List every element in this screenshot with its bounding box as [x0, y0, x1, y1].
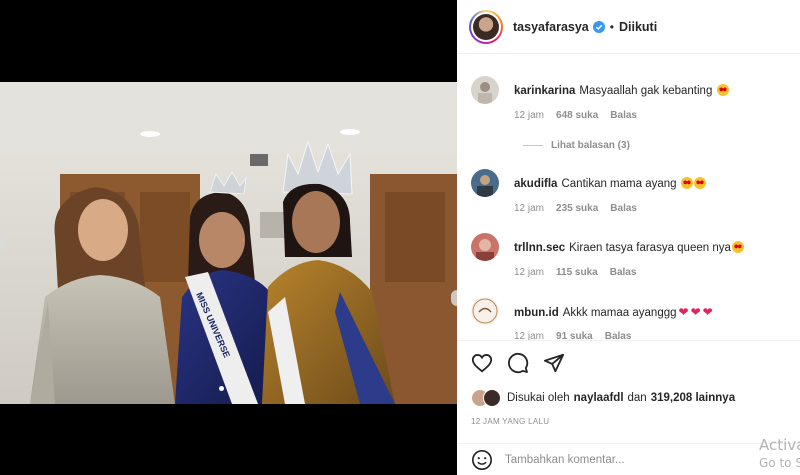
comment-time: 12 jam: [514, 331, 545, 340]
comment-composer: [457, 443, 800, 475]
post-header: tasyafarasya • Diikuti: [457, 0, 800, 54]
comment-meta: 12 jam 115 suka Balas: [514, 267, 648, 278]
watermark-line-2: Go to S: [759, 456, 800, 470]
comment-time: 12 jam: [514, 267, 545, 278]
star-struck-emoji-icon: [716, 84, 729, 96]
comment-content: Kiraen tasya farasya queen nya: [569, 242, 731, 254]
emoji-icon[interactable]: [471, 449, 493, 471]
commenter-username[interactable]: akudifla: [514, 178, 557, 190]
comment-meta: 12 jam 91 suka Balas: [514, 331, 643, 340]
watermark-line-1: Activa: [759, 436, 800, 454]
star-struck-emoji-icon: [731, 241, 744, 253]
reply-button[interactable]: Balas: [610, 203, 637, 214]
heart-icon[interactable]: [471, 352, 493, 374]
likes-count[interactable]: 319,208 lainnya: [651, 392, 735, 404]
verified-badge-icon: [592, 20, 605, 33]
liker-username[interactable]: naylaafdl: [574, 392, 624, 404]
red-heart-emoji-icon: ❤: [690, 305, 701, 319]
post-actions: Disukai oleh naylaafdl dan 319,208 lainn…: [457, 340, 800, 443]
carousel-indicator: [219, 386, 224, 391]
share-icon[interactable]: [543, 352, 565, 374]
star-struck-emoji-icon: [680, 177, 693, 189]
comment-likes[interactable]: 235 suka: [556, 203, 598, 214]
comment-content: Cantikan mama ayang: [561, 178, 677, 190]
author-username[interactable]: tasyafarasya: [513, 20, 589, 34]
comment-content: Akkk mamaa ayanggg: [562, 307, 677, 319]
likes-conjunction: dan: [627, 392, 647, 404]
liker-avatars: [471, 389, 503, 407]
red-heart-emoji-icon: ❤: [702, 305, 713, 319]
comment-text: karinkarina Masyaallah gak kebanting: [514, 84, 784, 98]
commenter-username[interactable]: trllnn.sec: [514, 242, 565, 254]
activation-watermark: Activa Go to S: [759, 436, 800, 472]
comment-time: 12 jam: [514, 110, 545, 121]
view-replies-button[interactable]: Lihat balasan (3): [523, 140, 630, 151]
reply-button[interactable]: Balas: [610, 267, 637, 278]
comment-icon[interactable]: [507, 352, 529, 374]
commenter-avatar[interactable]: [471, 76, 499, 104]
author-avatar[interactable]: [469, 9, 503, 44]
reply-button[interactable]: Balas: [605, 331, 632, 340]
comment-meta: 12 jam 235 suka Balas: [514, 203, 649, 214]
comment-likes[interactable]: 648 suka: [556, 110, 598, 121]
comment-text: mbun.id Akkk mamaa ayanggg ❤ ❤ ❤: [514, 305, 784, 320]
post-timestamp[interactable]: 12 jam yang lalu: [471, 417, 549, 426]
post-info-pane: tasyafarasya • Diikuti karinkarina Masyaa…: [457, 0, 800, 475]
comment-meta: 12 jam 648 suka Balas: [514, 110, 649, 121]
commenter-avatar[interactable]: [471, 297, 499, 325]
reply-button[interactable]: Balas: [610, 110, 637, 121]
comments-list: karinkarina Masyaallah gak kebanting 12 j…: [457, 55, 800, 340]
comment-text: trllnn.sec Kiraen tasya farasya queen nya: [514, 241, 784, 255]
commenter-username[interactable]: mbun.id: [514, 307, 559, 319]
comment-content: Masyaallah gak kebanting: [579, 85, 713, 97]
comment-input[interactable]: [505, 453, 755, 466]
comment-likes[interactable]: 115 suka: [556, 267, 598, 278]
commenter-avatar[interactable]: [471, 169, 499, 197]
post-photo[interactable]: MISS UNIVERSE: [0, 82, 457, 404]
follow-status[interactable]: Diikuti: [619, 20, 657, 34]
comment-text: akudifla Cantikan mama ayang: [514, 177, 784, 191]
header-separator: •: [609, 19, 614, 34]
likes-summary: Disukai oleh naylaafdl dan 319,208 lainn…: [471, 389, 739, 407]
view-replies-label: Lihat balasan (3): [551, 140, 630, 151]
comment-likes[interactable]: 91 suka: [556, 331, 593, 340]
comment-time: 12 jam: [514, 203, 545, 214]
commenter-avatar[interactable]: [471, 233, 499, 261]
star-struck-emoji-icon: [693, 177, 706, 189]
red-heart-emoji-icon: ❤: [678, 305, 689, 319]
media-pane: MISS UNIVERSE: [0, 0, 463, 475]
commenter-username[interactable]: karinkarina: [514, 85, 575, 97]
likes-prefix: Disukai oleh: [507, 392, 570, 404]
